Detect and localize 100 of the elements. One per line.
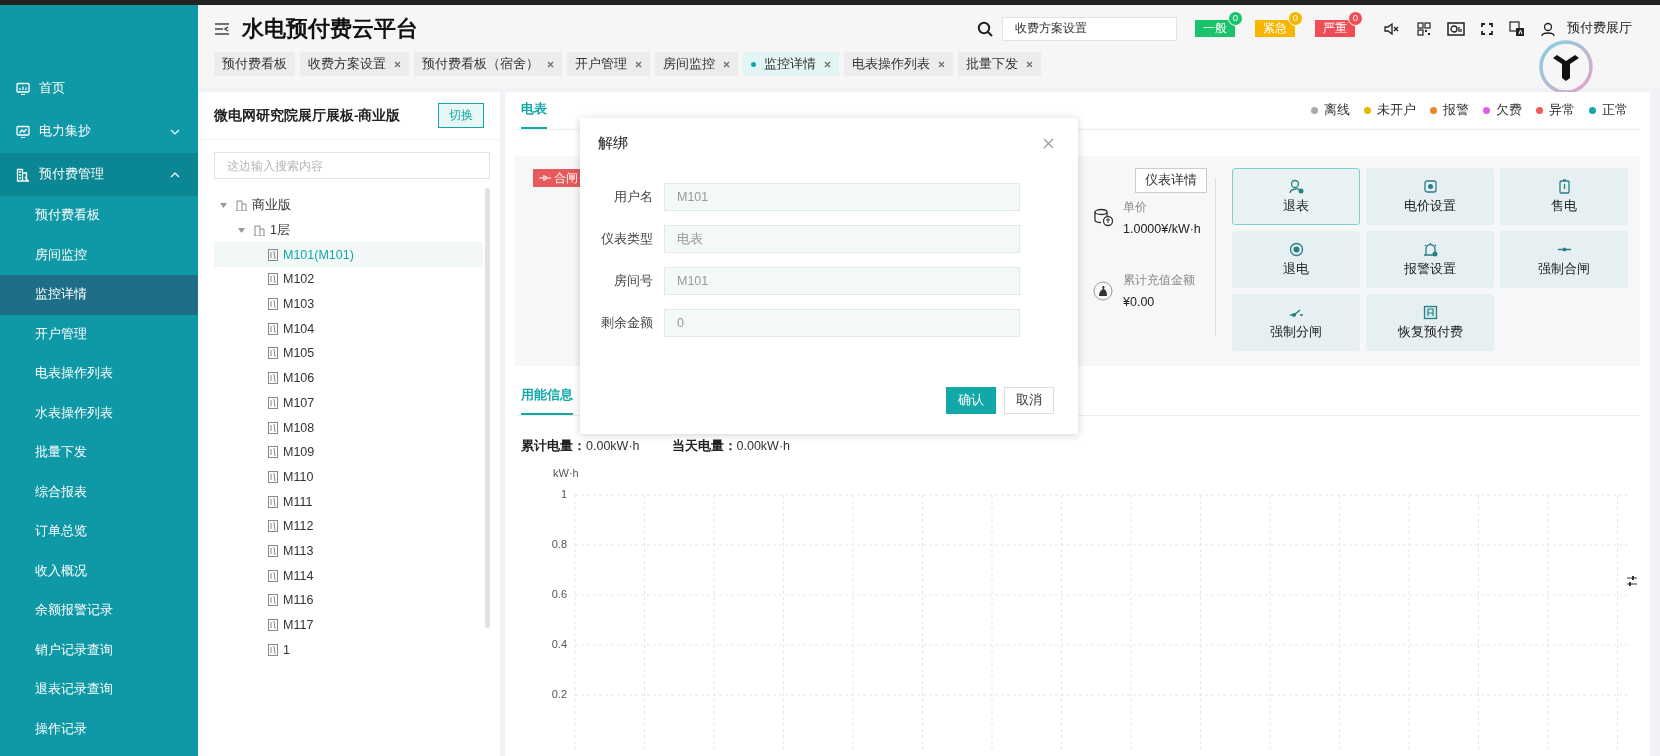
usage-stat: 当天电量：0.00kW·h xyxy=(671,438,790,455)
page-tab[interactable]: 批量下发 xyxy=(958,52,1041,76)
meter-icon xyxy=(268,619,278,632)
action-button[interactable]: 退电 xyxy=(1232,231,1360,288)
search-field[interactable]: 这边输入搜索内容 xyxy=(214,152,490,179)
grid-icon[interactable] xyxy=(1417,21,1431,36)
tree-node[interactable]: 1层 xyxy=(214,217,483,243)
logo xyxy=(1538,39,1594,95)
page-tab[interactable]: 预付费看板（宿舍） xyxy=(414,52,562,76)
tree-node[interactable]: M112 xyxy=(214,513,483,539)
close-icon[interactable] xyxy=(394,60,401,68)
action-button[interactable]: 报警设置 xyxy=(1366,231,1494,288)
close-icon[interactable] xyxy=(723,60,730,68)
action-button[interactable]: 售电 xyxy=(1500,168,1628,225)
tree-node[interactable]: M117 xyxy=(214,612,483,638)
action-button[interactable]: 恢复预付费 xyxy=(1366,294,1494,351)
legend-label: 异常 xyxy=(1549,102,1575,119)
meter-icon xyxy=(268,569,278,582)
legend-label: 正常 xyxy=(1602,102,1628,119)
tree-node[interactable]: M110 xyxy=(214,464,483,490)
fullscreen-icon[interactable] xyxy=(1481,22,1493,35)
user-name[interactable]: 预付费展厅 xyxy=(1567,20,1632,37)
tick-label: 0.6 xyxy=(551,588,567,600)
meter-icon xyxy=(268,273,278,286)
tick-label: 0.8 xyxy=(551,538,567,550)
monitor-icon xyxy=(16,81,30,96)
meter-icon xyxy=(268,544,278,557)
stat-value: 1.0000¥/kW·h xyxy=(1123,222,1201,236)
tick-label: 1 xyxy=(560,488,567,500)
action-button[interactable]: 强制分闸 xyxy=(1232,294,1360,351)
page-tab[interactable]: 监控详情 xyxy=(743,52,839,76)
field-label: 仪表类型 xyxy=(600,230,653,248)
legend-label: 离线 xyxy=(1324,102,1350,119)
tree-node[interactable]: M113 xyxy=(214,538,483,564)
caret-icon[interactable] xyxy=(238,227,245,233)
mute-icon[interactable] xyxy=(1383,21,1401,36)
tree-node[interactable]: M107 xyxy=(214,390,483,416)
translate-icon[interactable] xyxy=(1509,20,1525,37)
tree-node[interactable]: M103 xyxy=(214,291,483,317)
building-icon xyxy=(16,167,30,182)
close-icon[interactable] xyxy=(547,60,554,68)
dialog-title: 解绑 xyxy=(598,133,628,153)
meter-icon xyxy=(268,347,278,360)
action-button[interactable]: 退表 xyxy=(1232,168,1360,225)
plug-icon xyxy=(539,174,551,182)
action-button[interactable]: 强制合闸 xyxy=(1500,231,1628,288)
page-tab[interactable]: 房间监控 xyxy=(655,52,738,76)
meter-details-button[interactable]: 仪表详情 xyxy=(1135,168,1207,193)
tree-node[interactable]: M116 xyxy=(214,588,483,613)
building-icon xyxy=(254,224,265,236)
sidebar-item[interactable]: 预付费管理 xyxy=(0,153,198,196)
tick-label: 0.2 xyxy=(551,688,567,700)
close-icon[interactable] xyxy=(1043,137,1054,149)
close-icon[interactable] xyxy=(635,60,642,68)
meter-icon xyxy=(268,248,278,261)
page-tab[interactable]: 开户管理 xyxy=(567,52,650,76)
sliders-icon[interactable] xyxy=(1626,575,1638,587)
legend-label: 报警 xyxy=(1443,102,1469,119)
close-icon[interactable] xyxy=(1026,60,1033,68)
stat-value: ¥0.00 xyxy=(1123,295,1156,309)
app-title: 水电预付费云平台 xyxy=(242,14,418,43)
tree-node[interactable]: M111 xyxy=(214,489,483,514)
legend-label: 未开户 xyxy=(1377,102,1416,119)
field-label: 剩余金额 xyxy=(600,314,653,332)
tree-node[interactable]: M102 xyxy=(214,267,483,292)
page-tab[interactable]: 电表操作列表 xyxy=(844,52,953,76)
search-field[interactable]: 收费方案设置 xyxy=(1002,16,1177,41)
chevron-icon xyxy=(170,171,180,178)
count-badge: 0 xyxy=(1288,11,1303,26)
tree-node[interactable]: M114 xyxy=(214,563,483,588)
alert-badge[interactable]: 严重 xyxy=(1315,20,1355,37)
panel-title: 微电网研究院展厅展板-商业版 xyxy=(214,106,401,125)
user-icon[interactable] xyxy=(1541,21,1555,36)
usage-stat: 累计电量：0.00kW·h xyxy=(521,438,640,455)
search-icon[interactable] xyxy=(977,20,993,37)
caret-icon[interactable] xyxy=(220,202,227,208)
close-icon[interactable] xyxy=(824,60,831,68)
page-tab[interactable]: 收费方案设置 xyxy=(300,52,409,76)
tree-node[interactable]: M106 xyxy=(214,365,483,391)
monitor-icon xyxy=(16,124,30,139)
tree-node[interactable]: M109 xyxy=(214,439,483,465)
close-icon[interactable] xyxy=(938,60,945,68)
battery-icon xyxy=(1556,178,1572,194)
tree-node[interactable]: 商业版 xyxy=(214,193,483,218)
tree-node[interactable]: M104 xyxy=(214,316,483,342)
sidebar-item[interactable]: 监控详情 xyxy=(0,275,198,315)
tree-node[interactable]: 1 xyxy=(214,637,483,663)
user-icon xyxy=(1288,178,1304,194)
meter-icon xyxy=(268,298,278,311)
menu-icon[interactable] xyxy=(214,21,230,36)
action-button[interactable]: 电价设置 xyxy=(1366,168,1494,225)
cancel-button[interactable]: 取消 xyxy=(1004,387,1054,414)
meter-icon xyxy=(268,396,278,409)
screen-icon[interactable] xyxy=(1447,21,1465,36)
tree-node[interactable]: M108 xyxy=(214,415,483,440)
meter-icon xyxy=(268,322,278,335)
page-tab[interactable]: 预付费看板 xyxy=(214,52,295,76)
meter-icon xyxy=(268,495,278,508)
tree-node[interactable]: M105 xyxy=(214,341,483,366)
meter-icon xyxy=(268,421,278,434)
